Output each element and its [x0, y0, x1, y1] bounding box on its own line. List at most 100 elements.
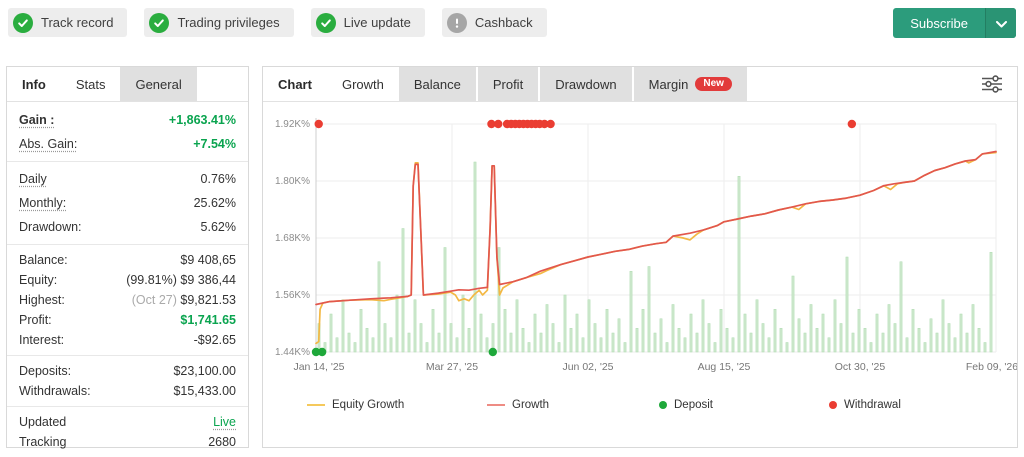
divider	[7, 406, 248, 407]
stat-label[interactable]: Gain :	[19, 113, 54, 127]
stat-row-withdrawals: Withdrawals: $15,433.00	[7, 381, 248, 401]
badge-cashback[interactable]: Cashback	[441, 8, 547, 37]
stat-row-balance: Balance: $9 408,65	[7, 250, 248, 270]
stats-panel-tabs: Info Stats General	[7, 67, 248, 102]
stat-value: (Oct 27) $9,821.53	[131, 293, 236, 307]
stat-label: Tracking	[19, 435, 67, 449]
stat-value: 2680	[208, 435, 236, 449]
stat-value: $23,100.00	[173, 364, 236, 378]
tab-label: General	[135, 76, 182, 92]
divider	[7, 161, 248, 162]
chart-panel-tabs: Chart Growth Balance Profit Drawdown Mar…	[263, 67, 1017, 102]
stat-value: 25.62%	[193, 196, 236, 210]
stat-value-date: (Oct 27)	[131, 293, 181, 307]
tab-label: Drawdown	[555, 76, 617, 92]
stat-value: +1,863.41%	[168, 113, 236, 127]
legend-dot-swatch	[659, 401, 667, 409]
stat-value: 5.62%	[200, 220, 236, 234]
divider	[7, 244, 248, 245]
stat-value: (99.81%) $9 386,44	[126, 273, 236, 287]
svg-text:1.80K%: 1.80K%	[275, 176, 310, 187]
stat-row-interest: Interest: -$92.65	[7, 330, 248, 350]
svg-text:Mar 27, '25: Mar 27, '25	[426, 361, 478, 373]
tab-growth[interactable]: Growth	[326, 67, 399, 101]
exclamation-icon	[446, 12, 467, 33]
legend-item-withdrawal[interactable]: Withdrawal	[829, 399, 901, 411]
stats-panel: Info Stats General Gain : +1,863.41% Abs. …	[6, 66, 249, 449]
stat-label: Deposits:	[19, 364, 72, 378]
subscribe-label: Subscribe	[910, 15, 968, 31]
tab-info[interactable]: Info	[7, 67, 61, 101]
tab-label: Profit	[492, 76, 524, 92]
stat-row-monthly: Monthly: 25.62%	[7, 191, 248, 215]
stat-row-updated: Updated Live	[7, 412, 248, 432]
stat-label: Withdrawals:	[19, 384, 91, 398]
legend-label: Equity Growth	[332, 399, 405, 411]
badge-label: Live update	[343, 15, 411, 30]
sliders-icon	[981, 74, 1003, 96]
stat-label: Updated	[19, 415, 67, 429]
check-icon	[13, 12, 33, 33]
tab-label: Chart	[278, 76, 312, 92]
svg-text:Jan 14, '25: Jan 14, '25	[293, 361, 344, 373]
legend-line-swatch	[307, 404, 325, 406]
subscribe-button[interactable]: Subscribe	[893, 8, 985, 38]
stat-label[interactable]: Abs. Gain:	[19, 137, 77, 151]
tab-general[interactable]: General	[120, 67, 197, 101]
tab-balance[interactable]: Balance	[398, 67, 476, 101]
stat-label: Balance:	[19, 253, 68, 267]
new-badge: New	[695, 77, 732, 91]
badge-live-update[interactable]: Live update	[310, 8, 425, 37]
legend-item-equity-growth[interactable]: Equity Growth	[307, 399, 404, 411]
chart-legend: Equity Growth Growth Deposit Withdrawal	[263, 393, 1017, 423]
legend-label: Growth	[512, 399, 550, 411]
stat-label[interactable]: Monthly:	[19, 196, 66, 210]
stat-label[interactable]: Daily	[19, 172, 47, 186]
stat-value: +7.54%	[193, 137, 236, 151]
divider	[7, 355, 248, 356]
tab-chart[interactable]: Chart	[263, 67, 327, 101]
stat-label: Equity:	[19, 273, 58, 287]
tab-profit[interactable]: Profit	[477, 67, 539, 101]
badge-track-record[interactable]: Track record	[8, 8, 128, 37]
tab-drawdown[interactable]: Drawdown	[540, 67, 632, 101]
stat-label: Drawdown:	[19, 220, 82, 234]
legend-label: Deposit	[674, 399, 713, 411]
tab-label: Balance	[413, 76, 461, 92]
check-icon	[149, 12, 170, 33]
badge-label: Track record	[41, 15, 114, 30]
legend-line-swatch	[487, 404, 505, 406]
subscribe-dropdown-button[interactable]	[985, 8, 1016, 38]
stat-row-deposits: Deposits: $23,100.00	[7, 361, 248, 381]
stat-value: -$92.65	[193, 333, 236, 347]
svg-text:1.92K%: 1.92K%	[275, 119, 310, 130]
stat-label: Highest:	[19, 293, 65, 307]
chart-settings-button[interactable]	[979, 74, 1005, 96]
stat-value[interactable]: Live	[213, 415, 236, 429]
stat-value: $15,433.00	[173, 384, 236, 398]
stat-row-abs-gain: Abs. Gain: +7.54%	[7, 132, 248, 156]
svg-text:Aug 15, '25: Aug 15, '25	[698, 361, 751, 373]
growth-chart-plot[interactable]: 1.92K% 1.80K% 1.68K% 1.56K% 1.44K% Jan 14, '2…	[263, 110, 1018, 387]
stat-row-drawdown: Drawdown: 5.62%	[7, 215, 248, 239]
tab-label: Margin	[648, 76, 689, 92]
tab-margin[interactable]: Margin New	[633, 67, 747, 101]
badge-trading-privileges[interactable]: Trading privileges	[144, 8, 294, 37]
tab-label: Info	[22, 76, 46, 92]
check-icon	[315, 12, 336, 33]
legend-item-deposit[interactable]: Deposit	[659, 399, 713, 411]
stat-value: 0.76%	[200, 172, 236, 186]
badge-label: Trading privileges	[177, 15, 280, 30]
svg-text:1.68K%: 1.68K%	[275, 233, 310, 244]
chart-panel: Chart Growth Balance Profit Drawdown Mar…	[262, 66, 1018, 448]
chevron-down-icon	[995, 16, 1007, 31]
tab-label: Stats	[75, 76, 106, 92]
stat-value: $1,741.65	[180, 313, 236, 327]
verification-badges: Track record Trading privileges Live upd…	[8, 8, 547, 37]
legend-item-growth[interactable]: Growth	[487, 399, 549, 411]
tab-label: Growth	[341, 76, 384, 92]
header-bar: Track record Trading privileges Live upd…	[0, 0, 1024, 48]
tab-stats[interactable]: Stats	[60, 67, 121, 101]
stat-value: $9 408,65	[180, 253, 236, 267]
legend-label: Withdrawal	[844, 399, 901, 411]
